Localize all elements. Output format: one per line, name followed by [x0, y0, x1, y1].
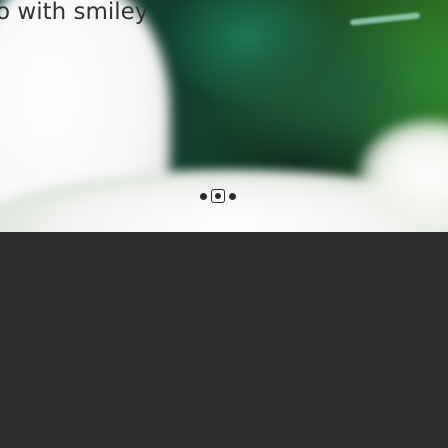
image-streak [349, 12, 421, 26]
active-dot-icon [215, 193, 221, 199]
slide-caption: o with smiley [0, 0, 149, 25]
slide-image[interactable]: o with smiley [0, 0, 448, 232]
slide-pagination [200, 188, 236, 204]
pagination-dot-3[interactable] [229, 192, 236, 200]
empty-dark-area [0, 232, 448, 448]
pagination-dot-2-active[interactable] [211, 189, 225, 203]
slideshow-viewer: o with smiley [0, 0, 448, 448]
pagination-dot-1[interactable] [200, 192, 207, 200]
